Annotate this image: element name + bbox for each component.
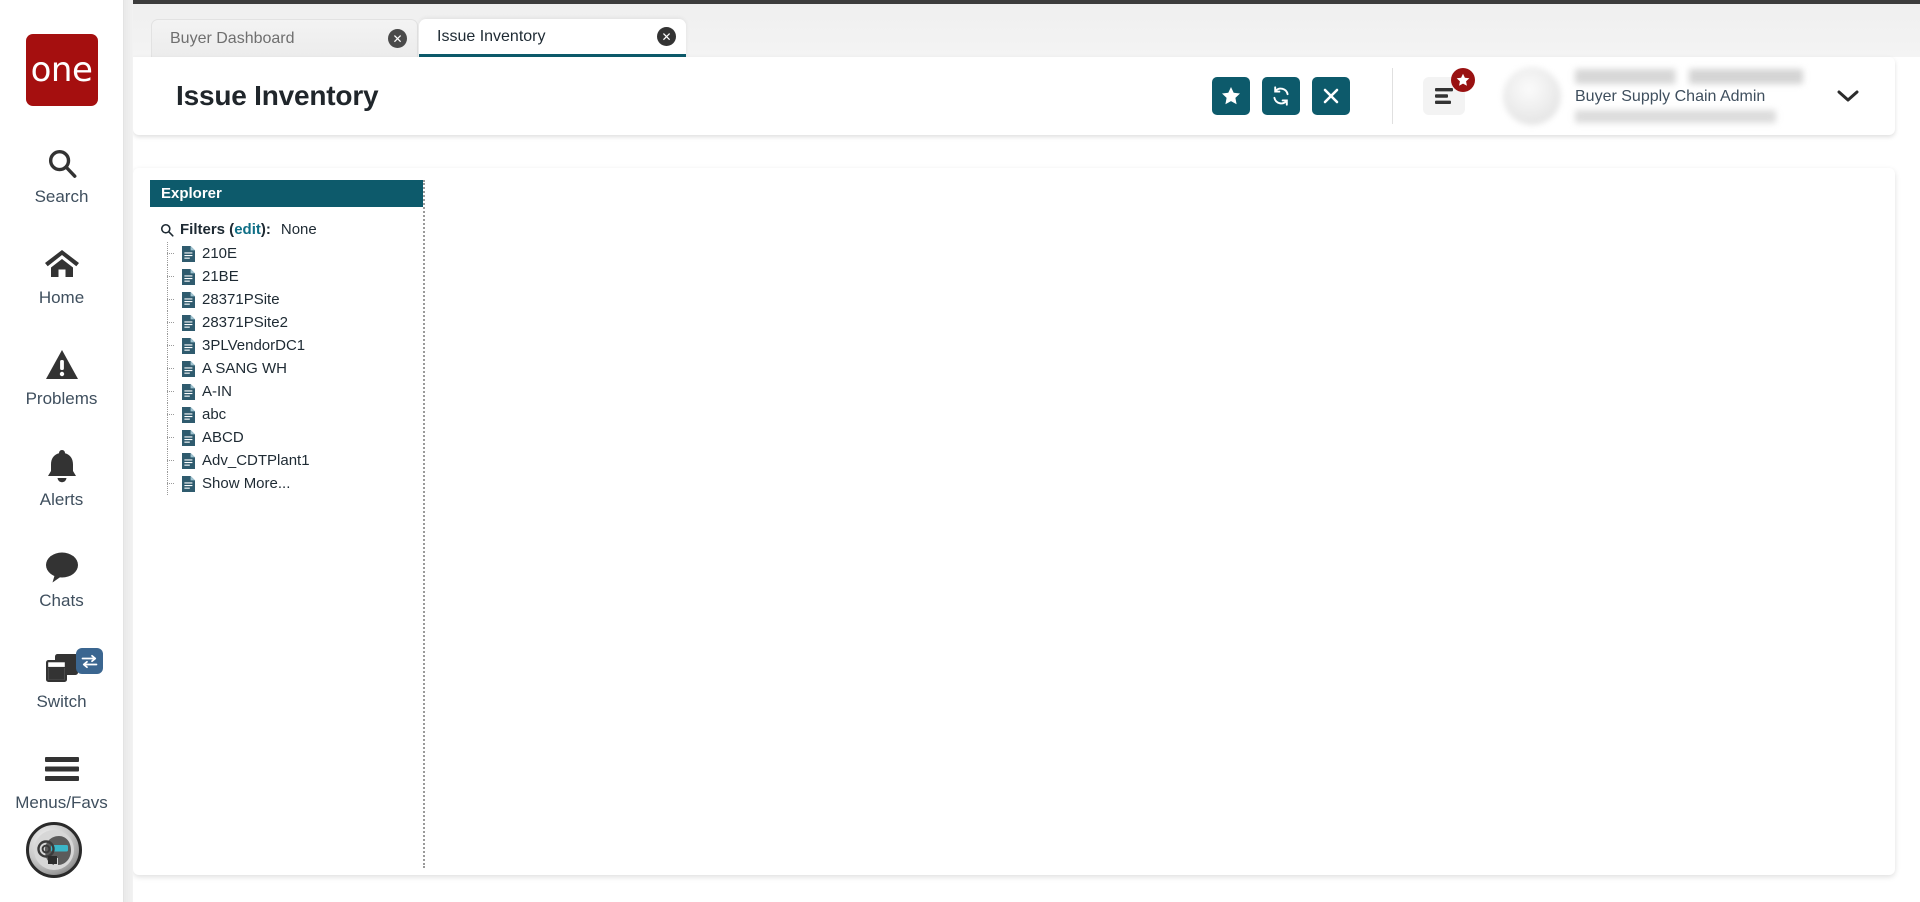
document-icon bbox=[182, 475, 195, 492]
sidebar-item-label: Search bbox=[34, 187, 89, 206]
filters-label: Filters ( bbox=[180, 221, 235, 238]
content-card: Explorer Filters (edit): None 210E 21BE … bbox=[133, 168, 1895, 875]
tab-label: Issue Inventory bbox=[437, 27, 546, 45]
ai-assistant-orb-icon[interactable] bbox=[26, 822, 82, 878]
user-name bbox=[1575, 69, 1803, 84]
sidebar-item-label: Problems bbox=[25, 389, 98, 408]
search-icon bbox=[45, 142, 79, 184]
header-divider bbox=[1392, 68, 1393, 124]
user-menu-toggle[interactable] bbox=[1829, 79, 1867, 113]
tree-node-label: 210E bbox=[202, 245, 238, 262]
document-icon bbox=[182, 245, 195, 262]
tree-node-label: Show More... bbox=[202, 475, 291, 492]
explorer-detail-pane bbox=[429, 180, 1883, 861]
document-icon bbox=[182, 452, 195, 469]
document-icon bbox=[182, 360, 195, 377]
sidebar-item-home[interactable]: Home bbox=[0, 243, 124, 308]
refresh-button[interactable] bbox=[1262, 77, 1300, 115]
document-icon bbox=[182, 291, 195, 308]
close-circle-icon[interactable]: ✕ bbox=[657, 27, 676, 46]
tree-node-label: ABCD bbox=[202, 429, 244, 446]
document-icon bbox=[182, 429, 195, 446]
sidebar-item-label: Home bbox=[38, 288, 85, 307]
document-icon bbox=[182, 268, 195, 285]
document-icon bbox=[182, 406, 195, 423]
tree-node-label: abc bbox=[202, 406, 227, 423]
x-icon bbox=[1322, 87, 1340, 105]
favorites-badge bbox=[1451, 68, 1475, 92]
sidebar-item-alerts[interactable]: Alerts bbox=[0, 445, 124, 510]
tab-strip: Buyer Dashboard ✕ Issue Inventory ✕ bbox=[133, 4, 1920, 57]
document-icon bbox=[182, 383, 195, 400]
explorer-panel[interactable]: Explorer Filters (edit): None 210E 21BE … bbox=[150, 180, 425, 868]
refresh-icon bbox=[1271, 86, 1291, 106]
filters-edit-link[interactable]: edit bbox=[234, 221, 261, 238]
explorer-filters-row[interactable]: Filters (edit): None bbox=[160, 221, 423, 238]
chat-bubble-icon bbox=[45, 546, 79, 588]
sidebar-item-problems[interactable]: Problems bbox=[0, 344, 124, 409]
tree-node-label: Adv_CDTPlant1 bbox=[202, 452, 310, 469]
tab-label: Buyer Dashboard bbox=[170, 29, 295, 47]
sidebar-item-menus-favs[interactable]: Menus/Favs bbox=[0, 748, 124, 813]
sidebar-item-switch[interactable]: Switch bbox=[0, 647, 124, 712]
page-title: Issue Inventory bbox=[176, 80, 379, 111]
left-sidebar: one Search Home Problems Alerts Chats Sw… bbox=[0, 0, 124, 902]
tab-issue-inventory[interactable]: Issue Inventory ✕ bbox=[419, 19, 686, 57]
tree-node-label: A SANG WH bbox=[202, 360, 288, 377]
filters-value: None bbox=[280, 221, 317, 238]
swap-arrows-icon[interactable] bbox=[75, 648, 103, 674]
sidebar-item-search[interactable]: Search bbox=[0, 142, 124, 207]
tree-node[interactable]: abc bbox=[160, 403, 423, 426]
user-org bbox=[1575, 110, 1776, 123]
sidebar-item-label: Menus/Favs bbox=[15, 793, 108, 812]
tree-node[interactable]: 3PLVendorDC1 bbox=[160, 334, 423, 357]
sidebar-item-label: Switch bbox=[36, 692, 87, 711]
hamburger-icon bbox=[1433, 88, 1455, 104]
brand-logo[interactable]: one bbox=[25, 34, 98, 106]
explorer-tree: 210E 21BE 28371PSite 28371PSite2 3PLVend… bbox=[150, 242, 423, 495]
warning-triangle-icon bbox=[45, 344, 79, 386]
sidebar-edge bbox=[124, 0, 133, 902]
chevron-down-icon bbox=[1837, 89, 1859, 103]
tree-node[interactable]: 28371PSite2 bbox=[160, 311, 423, 334]
tree-node-label: 3PLVendorDC1 bbox=[202, 337, 306, 354]
avatar[interactable] bbox=[1503, 67, 1561, 125]
star-icon bbox=[1221, 86, 1241, 106]
tree-node[interactable]: ABCD bbox=[160, 426, 423, 449]
tree-node[interactable]: 21BE bbox=[160, 265, 423, 288]
document-icon bbox=[182, 314, 195, 331]
home-icon bbox=[44, 243, 80, 285]
tree-node-label: A-IN bbox=[202, 383, 232, 400]
sidebar-item-chats[interactable]: Chats bbox=[0, 546, 124, 611]
tree-node-label: 21BE bbox=[202, 268, 239, 285]
tree-node-label: 28371PSite bbox=[202, 291, 280, 308]
document-icon bbox=[182, 337, 195, 354]
favorite-button[interactable] bbox=[1212, 77, 1250, 115]
star-icon bbox=[1456, 73, 1470, 87]
filters-label-end: ): bbox=[260, 221, 271, 238]
tree-node[interactable]: 28371PSite bbox=[160, 288, 423, 311]
hamburger-icon bbox=[44, 748, 79, 790]
tree-node-label: 28371PSite2 bbox=[202, 314, 288, 331]
menus-favs-button[interactable] bbox=[1423, 68, 1475, 115]
tab-buyer-dashboard[interactable]: Buyer Dashboard ✕ bbox=[151, 19, 418, 57]
tree-node[interactable]: Adv_CDTPlant1 bbox=[160, 449, 423, 472]
tree-node[interactable]: A-IN bbox=[160, 380, 423, 403]
close-circle-icon[interactable]: ✕ bbox=[388, 29, 407, 48]
header-actions bbox=[1212, 77, 1350, 115]
user-role: Buyer Supply Chain Admin bbox=[1575, 88, 1766, 105]
search-icon bbox=[160, 223, 174, 237]
tree-node[interactable]: 210E bbox=[160, 242, 423, 265]
page-header: Issue Inventory Buyer Supply Chain Admin bbox=[133, 57, 1895, 135]
user-info[interactable]: Buyer Supply Chain Admin bbox=[1575, 65, 1803, 127]
sidebar-item-label: Alerts bbox=[39, 490, 84, 509]
close-button[interactable] bbox=[1312, 77, 1350, 115]
sidebar-item-label: Chats bbox=[39, 591, 84, 610]
bell-icon bbox=[47, 445, 77, 487]
switch-windows-icon bbox=[45, 647, 79, 689]
tree-node[interactable]: A SANG WH bbox=[160, 357, 423, 380]
tree-node-show-more[interactable]: Show More... bbox=[160, 472, 423, 495]
explorer-title: Explorer bbox=[150, 180, 423, 207]
